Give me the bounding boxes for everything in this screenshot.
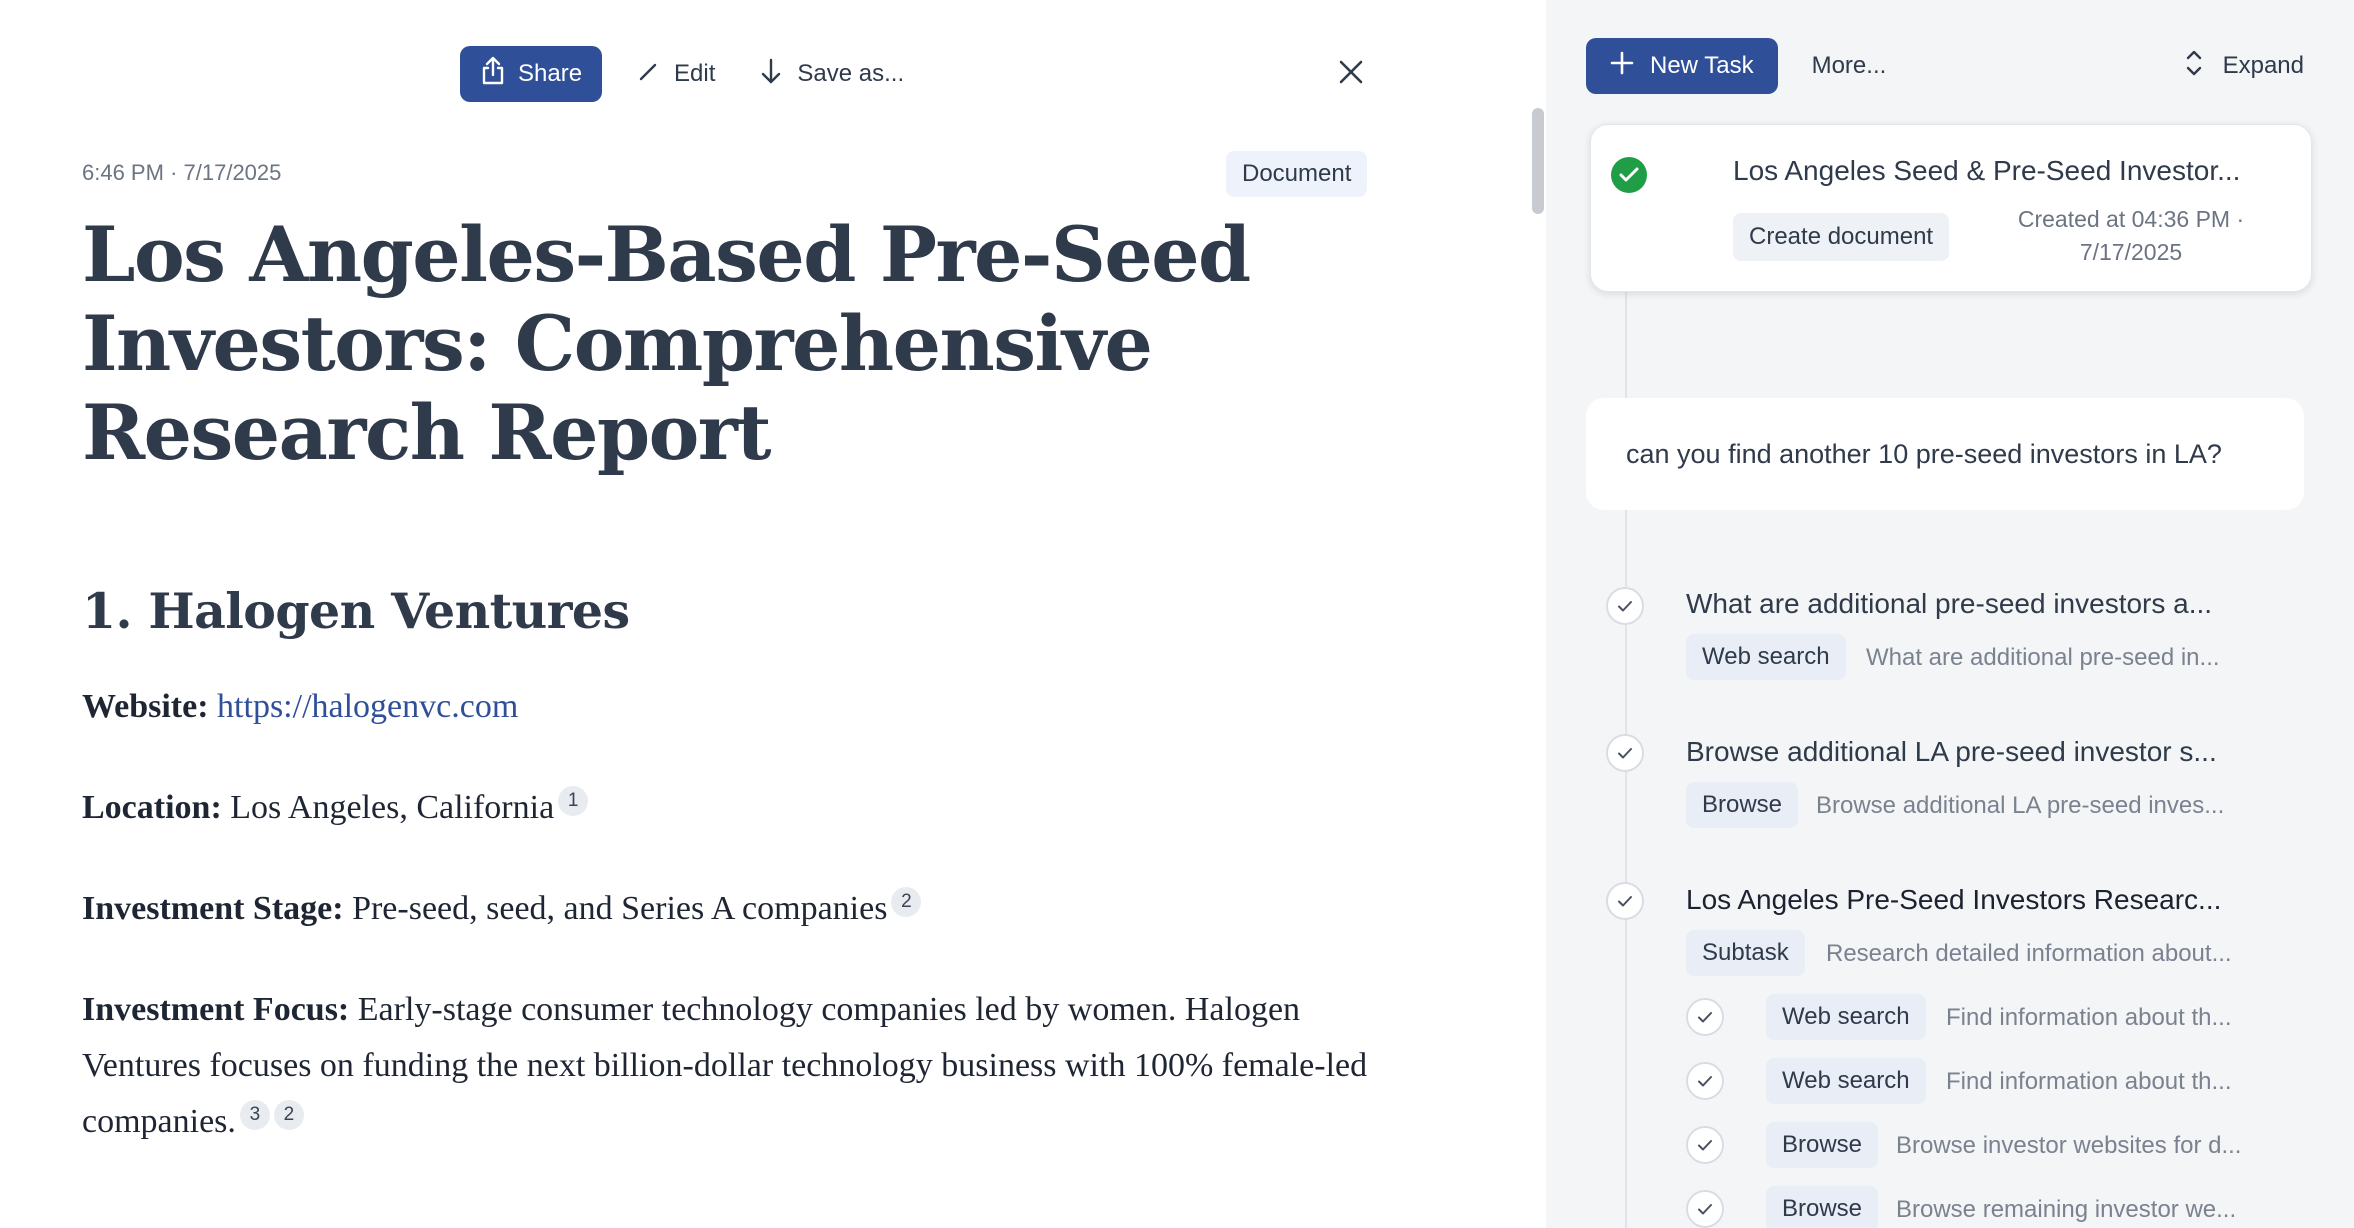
document-type-badge: Document (1226, 151, 1368, 197)
task-toolbar: New Task More... Expand (1586, 38, 2314, 94)
close-button[interactable] (1330, 50, 1372, 98)
task-panel: New Task More... Expand Los Angeles Seed… (1546, 0, 2354, 1228)
check-icon (1686, 1190, 1724, 1228)
step-title: What are additional pre-seed investors a… (1686, 588, 2213, 619)
edit-label: Edit (674, 60, 716, 87)
citation-badge[interactable]: 2 (273, 1100, 304, 1130)
document-date: 7/17/2025 (183, 160, 282, 185)
focus-line: Investment Focus: Early-stage consumer t… (82, 982, 1382, 1150)
citation-badge[interactable]: 3 (239, 1100, 270, 1130)
citation-badge[interactable]: 1 (558, 786, 589, 816)
step-description: What are additional pre-seed in... (1866, 644, 2220, 671)
edit-button[interactable]: Edit (616, 46, 737, 102)
check-icon (1686, 998, 1724, 1036)
task-card-created: Created at 04:36 PM · 7/17/2025 (1971, 203, 2291, 269)
stage-line: Investment Stage: Pre-seed, seed, and Se… (82, 881, 1382, 937)
close-icon (1338, 59, 1364, 90)
expand-button[interactable]: Expand (2183, 48, 2314, 85)
check-icon (1686, 1062, 1724, 1100)
task-card[interactable]: Los Angeles Seed & Pre-Seed Investor... … (1590, 124, 2312, 292)
section-heading: 1. Halogen Ventures (82, 582, 630, 640)
step-chip: Browse (1766, 1122, 1879, 1168)
step-title: Los Angeles Pre-Seed Investors Researc..… (1686, 884, 2222, 915)
website-line: Website: https://halogenvc.com (82, 679, 1382, 735)
step-chip: Browse (1686, 782, 1799, 828)
focus-label: Investment Focus: (82, 991, 350, 1028)
expand-label: Expand (2222, 52, 2304, 79)
share-button[interactable]: Share (460, 46, 603, 102)
document-time: 6:46 PM (82, 160, 164, 185)
new-task-button[interactable]: New Task (1586, 38, 1778, 94)
more-button[interactable]: More... (1812, 52, 1887, 80)
location-value: Los Angeles, California (230, 789, 555, 826)
step-description: Find information about th... (1946, 1068, 2232, 1095)
created-line-2: 7/17/2025 (2079, 239, 2183, 265)
step-chip: Web search (1766, 994, 1926, 1040)
location-label: Location: (82, 789, 222, 826)
share-icon (480, 56, 506, 93)
task-card-chip: Create document (1733, 213, 1950, 261)
task-card-title: Los Angeles Seed & Pre-Seed Investor... (1733, 155, 2241, 186)
meta-separator: · (170, 160, 184, 185)
check-icon (1606, 882, 1644, 920)
share-label: Share (518, 60, 583, 87)
check-icon (1606, 587, 1644, 625)
document-title: Los Angeles-Based Pre-Seed Investors: Co… (82, 210, 1251, 477)
new-task-label: New Task (1650, 52, 1754, 79)
step-chip: Web search (1766, 1058, 1926, 1104)
created-line-1: Created at 04:36 PM · (2017, 206, 2245, 232)
document-pane: Share Edit Save as... 6:46 PM · 7/17/202… (0, 0, 1546, 1228)
website-link[interactable]: https://halogenvc.com (217, 688, 518, 725)
citation-badge[interactable]: 2 (891, 887, 922, 917)
document-timestamp: 6:46 PM · 7/17/2025 (82, 160, 281, 186)
save-as-button[interactable]: Save as... (737, 46, 926, 102)
document-toolbar: Share Edit Save as... (460, 46, 926, 102)
step-description: Research detailed information about... (1826, 940, 2232, 967)
check-icon (1611, 157, 1647, 193)
step-description: Browse remaining investor we... (1896, 1196, 2237, 1223)
step-chip: Subtask (1686, 930, 1805, 976)
step-title: Browse additional LA pre-seed investor s… (1686, 736, 2217, 767)
step-description: Find information about th... (1946, 1004, 2232, 1031)
website-label: Website: (82, 688, 209, 725)
step-description: Browse additional LA pre-seed inves... (1816, 792, 2225, 819)
document-body: Los Angeles-Based Pre-Seed Investors: Co… (82, 210, 1382, 1150)
location-line: Location: Los Angeles, California 1 (82, 780, 1382, 836)
step-chip: Web search (1686, 634, 1846, 680)
check-icon (1606, 734, 1644, 772)
user-message: can you find another 10 pre-seed investo… (1586, 398, 2304, 510)
stage-value: Pre-seed, seed, and Series A companies (352, 890, 888, 927)
step-chip: Browse (1766, 1186, 1879, 1228)
check-icon (1686, 1126, 1724, 1164)
stage-label: Investment Stage: (82, 890, 344, 927)
step-description: Browse investor websites for d... (1896, 1132, 2242, 1159)
arrow-down-icon (759, 58, 783, 91)
plus-icon (1610, 51, 1634, 82)
pencil-icon (638, 60, 660, 89)
expand-icon (2183, 48, 2205, 85)
save-as-label: Save as... (797, 60, 905, 87)
scrollbar-thumb[interactable] (1532, 108, 1544, 214)
